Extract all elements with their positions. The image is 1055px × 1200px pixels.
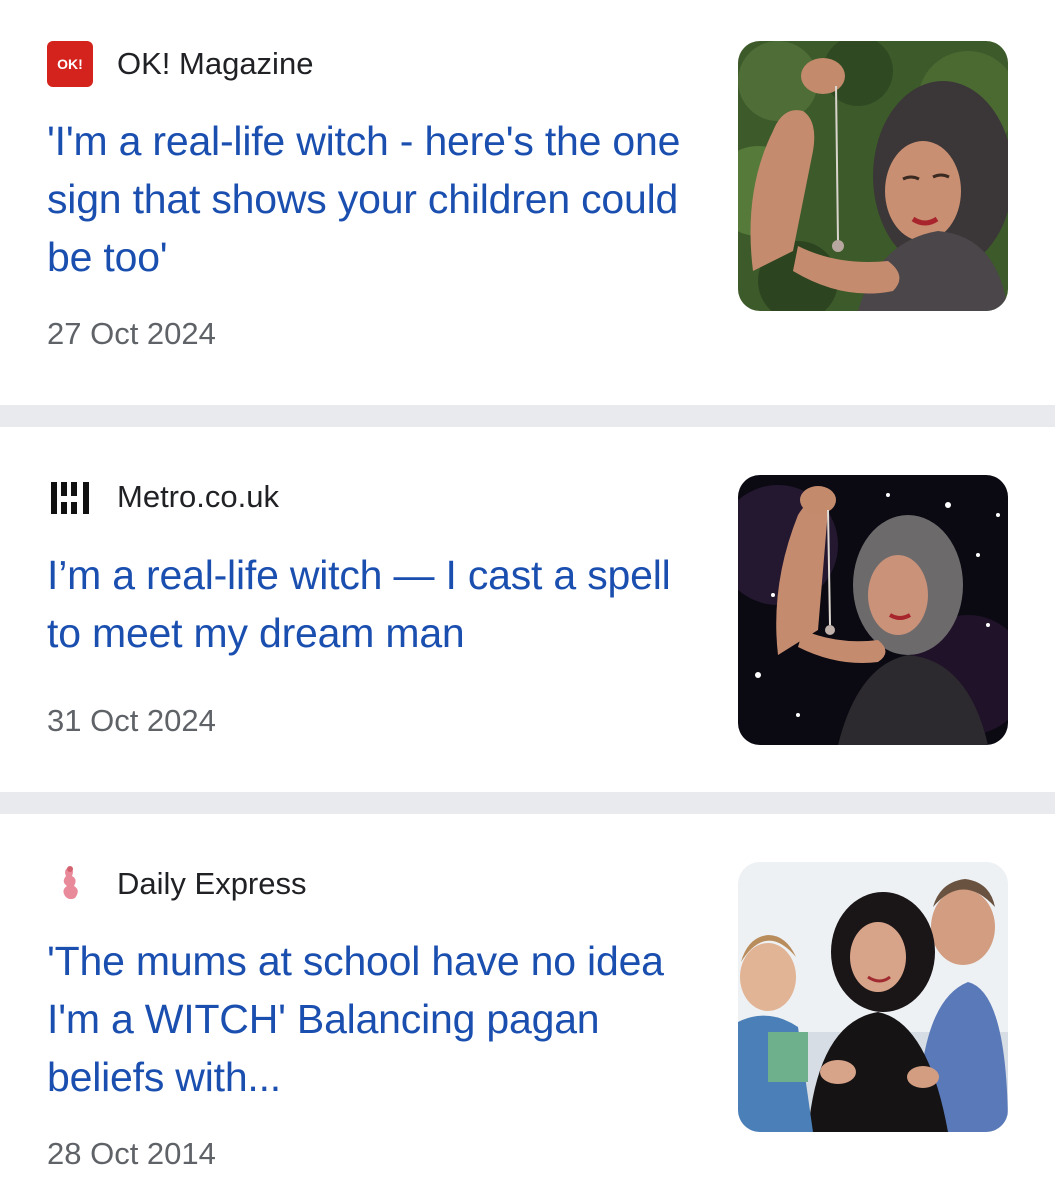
publish-date: 31 Oct 2024 <box>47 703 216 738</box>
news-card[interactable]: Metro.co.uk I’m a real-life witch — I ca… <box>0 428 1055 792</box>
family-portrait-on-sofa-image <box>738 862 1008 1132</box>
card-divider <box>0 792 1055 814</box>
source-row: Metro.co.uk <box>47 473 279 521</box>
source-name: Daily Express <box>117 866 307 901</box>
source-name: OK! Magazine <box>117 46 314 81</box>
ok-magazine-logo-icon: OK! <box>47 41 93 87</box>
metro-logo-icon <box>47 474 93 520</box>
thumbnail-image[interactable] <box>738 41 1008 311</box>
daily-express-logo-icon <box>47 861 93 907</box>
news-card[interactable]: OK! OK! Magazine 'I'm a real-life witch … <box>0 0 1055 404</box>
thumbnail-image[interactable] <box>738 862 1008 1132</box>
woman-with-pendulum-starry-background-image <box>738 475 1008 745</box>
headline-link[interactable]: I’m a real-life witch — I cast a spell t… <box>47 546 687 662</box>
woman-with-pendulum-garden-image <box>738 41 1008 311</box>
source-name: Metro.co.uk <box>117 479 279 514</box>
news-card[interactable]: Daily Express 'The mums at school have n… <box>0 814 1055 1200</box>
headline-link[interactable]: 'I'm a real-life witch - here's the one … <box>47 112 687 286</box>
news-feed: OK! OK! Magazine 'I'm a real-life witch … <box>0 0 1055 1200</box>
headline-link[interactable]: 'The mums at school have no idea I'm a W… <box>47 932 687 1106</box>
source-row: Daily Express <box>47 860 307 908</box>
source-row: OK! OK! Magazine <box>47 40 313 88</box>
card-divider <box>0 405 1055 427</box>
thumbnail-image[interactable] <box>738 475 1008 745</box>
publish-date: 27 Oct 2024 <box>47 316 216 351</box>
publish-date: 28 Oct 2014 <box>47 1136 216 1171</box>
